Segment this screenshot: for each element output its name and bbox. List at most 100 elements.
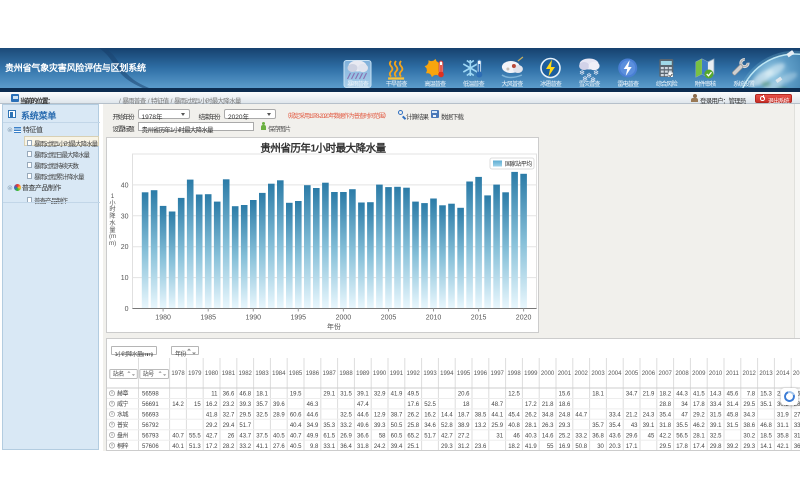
svg-text:38.5: 38.5 — [475, 413, 487, 419]
svg-text:13.2: 13.2 — [475, 423, 487, 429]
svg-text:1982: 1982 — [239, 371, 253, 377]
svg-text:贵州省历年1小时最大降水量: 贵州省历年1小时最大降水量 — [260, 142, 386, 155]
svg-text:31: 31 — [496, 434, 503, 440]
svg-text:2005: 2005 — [381, 315, 397, 322]
svg-text:29.2: 29.2 — [206, 423, 218, 429]
svg-text:2015: 2015 — [471, 315, 487, 322]
svg-text:28.9: 28.9 — [273, 413, 285, 419]
svg-text:35.7: 35.7 — [592, 423, 604, 429]
svg-text:34.8: 34.8 — [542, 413, 554, 419]
svg-text:39.3: 39.3 — [374, 423, 386, 429]
svg-text:系统设置: 系统设置 — [733, 80, 755, 88]
svg-text:30: 30 — [597, 444, 604, 450]
svg-text:31.2: 31.2 — [794, 434, 800, 440]
svg-text:31.4: 31.4 — [727, 402, 739, 408]
svg-text:39.4: 39.4 — [391, 444, 403, 450]
svg-text:18.7: 18.7 — [458, 413, 470, 419]
svg-text:21.8: 21.8 — [542, 402, 554, 408]
svg-text:2005: 2005 — [625, 371, 639, 377]
svg-text:12.5: 12.5 — [508, 392, 520, 398]
svg-text:40.8: 40.8 — [508, 423, 520, 429]
svg-text:33.5: 33.5 — [794, 423, 800, 429]
svg-text:15.3: 15.3 — [760, 392, 772, 398]
svg-text:45: 45 — [648, 434, 655, 440]
svg-text:1981: 1981 — [222, 371, 236, 377]
svg-text:40.4: 40.4 — [290, 423, 302, 429]
svg-text:1993: 1993 — [423, 371, 437, 377]
svg-text:1980: 1980 — [205, 371, 219, 377]
svg-text:25.1: 25.1 — [407, 444, 419, 450]
svg-text:17.6: 17.6 — [407, 402, 419, 408]
svg-text:40.1: 40.1 — [172, 444, 184, 450]
svg-text:0: 0 — [125, 306, 129, 313]
svg-text:21.9: 21.9 — [643, 392, 655, 398]
svg-text:44.3: 44.3 — [676, 392, 688, 398]
svg-text:2007: 2007 — [659, 371, 673, 377]
svg-text:高温普查: 高温普查 — [424, 80, 446, 88]
svg-text:雪灾普查: 雪灾普查 — [579, 80, 601, 88]
svg-text:49.6: 49.6 — [357, 423, 369, 429]
svg-text:综合风险: 综合风险 — [656, 80, 679, 88]
svg-text:46.8: 46.8 — [239, 392, 251, 398]
svg-text:40.7: 40.7 — [290, 434, 302, 440]
svg-text:38.6: 38.6 — [743, 423, 755, 429]
svg-text:60.6: 60.6 — [290, 413, 302, 419]
svg-text:41.1: 41.1 — [256, 444, 268, 450]
svg-text:39.1: 39.1 — [357, 392, 369, 398]
svg-text:29.5: 29.5 — [743, 402, 755, 408]
svg-text:41.8: 41.8 — [206, 413, 218, 419]
svg-text:50.8: 50.8 — [575, 444, 587, 450]
svg-text:33.4: 33.4 — [609, 413, 621, 419]
svg-text:1989: 1989 — [356, 371, 370, 377]
svg-text:×: × — [111, 443, 114, 449]
svg-text:14.2: 14.2 — [172, 402, 184, 408]
svg-text:19.5: 19.5 — [290, 392, 302, 398]
svg-text:×: × — [111, 401, 114, 407]
svg-text:普安: 普安 — [117, 421, 129, 429]
svg-text:2011: 2011 — [726, 371, 740, 377]
svg-text:23.6: 23.6 — [475, 444, 487, 450]
svg-text:41.9: 41.9 — [525, 444, 537, 450]
svg-text:26.3: 26.3 — [542, 423, 554, 429]
svg-text:31.9: 31.9 — [777, 413, 789, 419]
svg-text:1983: 1983 — [255, 371, 269, 377]
svg-text:31.5: 31.5 — [710, 413, 722, 419]
svg-text:1988: 1988 — [339, 371, 353, 377]
svg-text:29.5: 29.5 — [659, 444, 671, 450]
svg-text:1995: 1995 — [291, 315, 307, 322]
svg-text:低温普查: 低温普查 — [463, 80, 485, 88]
svg-text:2002: 2002 — [575, 371, 589, 377]
svg-text:10: 10 — [121, 275, 129, 282]
svg-text:1986: 1986 — [306, 371, 320, 377]
svg-text:56693: 56693 — [142, 413, 159, 419]
svg-text:35.4: 35.4 — [659, 413, 671, 419]
svg-text:50.5: 50.5 — [391, 423, 403, 429]
svg-text:40: 40 — [121, 182, 129, 189]
svg-text:49.9: 49.9 — [307, 434, 319, 440]
svg-text:1990: 1990 — [246, 315, 262, 322]
svg-text:33.1: 33.1 — [323, 444, 335, 450]
svg-text:27.6: 27.6 — [794, 413, 800, 419]
svg-text:2010: 2010 — [709, 371, 723, 377]
svg-text:26.2: 26.2 — [407, 413, 419, 419]
svg-text:39.3: 39.3 — [239, 402, 251, 408]
svg-text:2015: 2015 — [793, 371, 800, 377]
svg-text:39.1: 39.1 — [643, 423, 655, 429]
svg-text:水城: 水城 — [117, 411, 129, 419]
svg-text:盘州: 盘州 — [117, 432, 129, 440]
svg-text:35.3: 35.3 — [323, 423, 335, 429]
svg-text:11: 11 — [211, 392, 218, 398]
svg-text:28.2: 28.2 — [223, 444, 235, 450]
svg-text:31.8: 31.8 — [659, 423, 671, 429]
svg-text:2000: 2000 — [336, 315, 352, 322]
svg-text:25.9: 25.9 — [491, 423, 503, 429]
svg-text:17.1: 17.1 — [626, 444, 638, 450]
svg-text:1985: 1985 — [289, 371, 303, 377]
svg-text:暴雨普查: 暴雨普查 — [347, 80, 369, 88]
svg-text:26: 26 — [228, 434, 235, 440]
svg-text:16.9: 16.9 — [559, 444, 571, 450]
svg-text:51.7: 51.7 — [239, 423, 251, 429]
svg-text:20: 20 — [121, 244, 129, 251]
svg-text:32.5: 32.5 — [340, 413, 352, 419]
svg-text:45.8: 45.8 — [727, 413, 739, 419]
